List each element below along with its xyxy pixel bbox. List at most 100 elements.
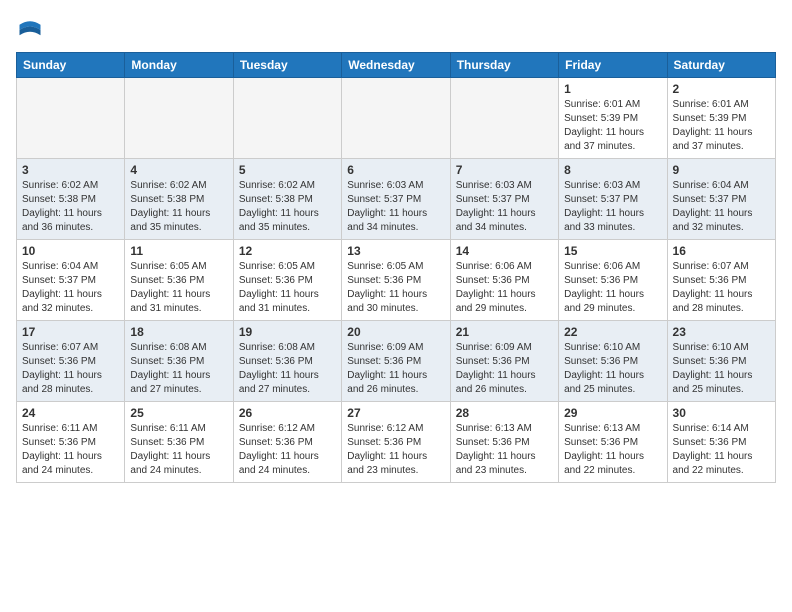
- calendar-cell: 2 Sunrise: 6:01 AM Sunset: 5:39 PM Daylig…: [667, 78, 775, 159]
- calendar-week-1: 1Sunrise: 6:01 AM Sunset: 5:39 PM Daylig…: [17, 78, 776, 159]
- logo: [16, 16, 48, 44]
- calendar-header-friday: Friday: [559, 53, 667, 78]
- calendar-cell: 1Sunrise: 6:01 AM Sunset: 5:39 PM Daylig…: [559, 78, 667, 159]
- day-info: Sunrise: 6:09 AM Sunset: 5:36 PM Dayligh…: [456, 341, 553, 397]
- day-number: 24: [22, 406, 119, 420]
- day-info: Sunrise: 6:14 AM Sunset: 5:36 PM Dayligh…: [673, 422, 770, 478]
- day-info: Sunrise: 6:08 AM Sunset: 5:36 PM Dayligh…: [130, 341, 227, 397]
- calendar-header-wednesday: Wednesday: [342, 53, 450, 78]
- calendar-cell: 26Sunrise: 6:12 AM Sunset: 5:36 PM Dayli…: [233, 402, 341, 483]
- day-info: Sunrise: 6:06 AM Sunset: 5:36 PM Dayligh…: [564, 260, 661, 316]
- day-info: Sunrise: 6:05 AM Sunset: 5:36 PM Dayligh…: [239, 260, 336, 316]
- calendar-cell: 17Sunrise: 6:07 AM Sunset: 5:36 PM Dayli…: [17, 321, 125, 402]
- day-number: 11: [130, 244, 227, 258]
- day-number: 8: [564, 163, 661, 177]
- day-number: 30: [673, 406, 770, 420]
- day-info: Sunrise: 6:04 AM Sunset: 5:37 PM Dayligh…: [673, 179, 770, 235]
- day-info: Sunrise: 6:10 AM Sunset: 5:36 PM Dayligh…: [673, 341, 770, 397]
- day-number: 4: [130, 163, 227, 177]
- day-info: Sunrise: 6:01 AM Sunset: 5:39 PM Dayligh…: [564, 98, 661, 154]
- calendar-cell: 18 Sunrise: 6:08 AM Sunset: 5:36 PM Dayli…: [125, 321, 233, 402]
- calendar-cell: [125, 78, 233, 159]
- calendar-week-4: 17Sunrise: 6:07 AM Sunset: 5:36 PM Dayli…: [17, 321, 776, 402]
- day-info: Sunrise: 6:13 AM Sunset: 5:36 PM Dayligh…: [456, 422, 553, 478]
- day-info: Sunrise: 6:06 AM Sunset: 5:36 PM Dayligh…: [456, 260, 553, 316]
- day-info: Sunrise: 6:03 AM Sunset: 5:37 PM Dayligh…: [564, 179, 661, 235]
- calendar-header-row: SundayMondayTuesdayWednesdayThursdayFrid…: [17, 53, 776, 78]
- calendar-week-5: 24 Sunrise: 6:11 AM Sunset: 5:36 PM Dayli…: [17, 402, 776, 483]
- day-info: Sunrise: 6:05 AM Sunset: 5:36 PM Dayligh…: [347, 260, 444, 316]
- calendar-cell: 14 Sunrise: 6:06 AM Sunset: 5:36 PM Dayli…: [450, 240, 558, 321]
- calendar-cell: 23 Sunrise: 6:10 AM Sunset: 5:36 PM Dayli…: [667, 321, 775, 402]
- calendar-header-saturday: Saturday: [667, 53, 775, 78]
- day-info: Sunrise: 6:11 AM Sunset: 5:36 PM Dayligh…: [22, 422, 119, 478]
- calendar-header-thursday: Thursday: [450, 53, 558, 78]
- day-number: 17: [22, 325, 119, 339]
- day-info: Sunrise: 6:05 AM Sunset: 5:36 PM Dayligh…: [130, 260, 227, 316]
- day-info: Sunrise: 6:02 AM Sunset: 5:38 PM Dayligh…: [130, 179, 227, 235]
- day-info: Sunrise: 6:08 AM Sunset: 5:36 PM Dayligh…: [239, 341, 336, 397]
- calendar-cell: 8 Sunrise: 6:03 AM Sunset: 5:37 PM Daylig…: [559, 159, 667, 240]
- day-number: 5: [239, 163, 336, 177]
- day-info: Sunrise: 6:01 AM Sunset: 5:39 PM Dayligh…: [673, 98, 770, 154]
- day-number: 6: [347, 163, 444, 177]
- day-info: Sunrise: 6:04 AM Sunset: 5:37 PM Dayligh…: [22, 260, 119, 316]
- calendar-cell: 25Sunrise: 6:11 AM Sunset: 5:36 PM Dayli…: [125, 402, 233, 483]
- calendar-cell: 29 Sunrise: 6:13 AM Sunset: 5:36 PM Dayli…: [559, 402, 667, 483]
- day-number: 21: [456, 325, 553, 339]
- calendar-cell: [17, 78, 125, 159]
- day-info: Sunrise: 6:11 AM Sunset: 5:36 PM Dayligh…: [130, 422, 227, 478]
- day-number: 14: [456, 244, 553, 258]
- day-number: 20: [347, 325, 444, 339]
- calendar-cell: 6 Sunrise: 6:03 AM Sunset: 5:37 PM Daylig…: [342, 159, 450, 240]
- calendar-cell: 4 Sunrise: 6:02 AM Sunset: 5:38 PM Daylig…: [125, 159, 233, 240]
- day-number: 7: [456, 163, 553, 177]
- calendar-cell: 16 Sunrise: 6:07 AM Sunset: 5:36 PM Dayli…: [667, 240, 775, 321]
- day-number: 2: [673, 82, 770, 96]
- day-info: Sunrise: 6:13 AM Sunset: 5:36 PM Dayligh…: [564, 422, 661, 478]
- calendar-cell: 11 Sunrise: 6:05 AM Sunset: 5:36 PM Dayli…: [125, 240, 233, 321]
- day-number: 22: [564, 325, 661, 339]
- calendar-cell: 19 Sunrise: 6:08 AM Sunset: 5:36 PM Dayli…: [233, 321, 341, 402]
- calendar-cell: [342, 78, 450, 159]
- day-number: 28: [456, 406, 553, 420]
- calendar-cell: 12Sunrise: 6:05 AM Sunset: 5:36 PM Dayli…: [233, 240, 341, 321]
- day-info: Sunrise: 6:09 AM Sunset: 5:36 PM Dayligh…: [347, 341, 444, 397]
- day-number: 3: [22, 163, 119, 177]
- day-number: 27: [347, 406, 444, 420]
- calendar-cell: 5Sunrise: 6:02 AM Sunset: 5:38 PM Daylig…: [233, 159, 341, 240]
- day-number: 18: [130, 325, 227, 339]
- day-info: Sunrise: 6:03 AM Sunset: 5:37 PM Dayligh…: [347, 179, 444, 235]
- calendar-cell: 30 Sunrise: 6:14 AM Sunset: 5:36 PM Dayli…: [667, 402, 775, 483]
- page-header: [16, 16, 776, 44]
- day-info: Sunrise: 6:12 AM Sunset: 5:36 PM Dayligh…: [239, 422, 336, 478]
- logo-icon: [16, 16, 44, 44]
- calendar-cell: 13 Sunrise: 6:05 AM Sunset: 5:36 PM Dayli…: [342, 240, 450, 321]
- calendar-cell: 21 Sunrise: 6:09 AM Sunset: 5:36 PM Dayli…: [450, 321, 558, 402]
- calendar-cell: 20 Sunrise: 6:09 AM Sunset: 5:36 PM Dayli…: [342, 321, 450, 402]
- day-number: 15: [564, 244, 661, 258]
- calendar-cell: 28 Sunrise: 6:13 AM Sunset: 5:36 PM Dayli…: [450, 402, 558, 483]
- calendar-header-monday: Monday: [125, 53, 233, 78]
- calendar-cell: 22 Sunrise: 6:10 AM Sunset: 5:36 PM Dayli…: [559, 321, 667, 402]
- day-number: 23: [673, 325, 770, 339]
- calendar-header-tuesday: Tuesday: [233, 53, 341, 78]
- day-info: Sunrise: 6:07 AM Sunset: 5:36 PM Dayligh…: [673, 260, 770, 316]
- calendar-cell: 3 Sunrise: 6:02 AM Sunset: 5:38 PM Daylig…: [17, 159, 125, 240]
- day-number: 9: [673, 163, 770, 177]
- day-number: 16: [673, 244, 770, 258]
- calendar-cell: 10Sunrise: 6:04 AM Sunset: 5:37 PM Dayli…: [17, 240, 125, 321]
- calendar-cell: 7 Sunrise: 6:03 AM Sunset: 5:37 PM Daylig…: [450, 159, 558, 240]
- calendar-week-3: 10Sunrise: 6:04 AM Sunset: 5:37 PM Dayli…: [17, 240, 776, 321]
- day-number: 13: [347, 244, 444, 258]
- day-info: Sunrise: 6:02 AM Sunset: 5:38 PM Dayligh…: [22, 179, 119, 235]
- calendar-cell: 27Sunrise: 6:12 AM Sunset: 5:36 PM Dayli…: [342, 402, 450, 483]
- day-info: Sunrise: 6:03 AM Sunset: 5:37 PM Dayligh…: [456, 179, 553, 235]
- calendar-cell: [233, 78, 341, 159]
- day-number: 29: [564, 406, 661, 420]
- calendar: SundayMondayTuesdayWednesdayThursdayFrid…: [16, 52, 776, 483]
- calendar-week-2: 3 Sunrise: 6:02 AM Sunset: 5:38 PM Daylig…: [17, 159, 776, 240]
- day-info: Sunrise: 6:10 AM Sunset: 5:36 PM Dayligh…: [564, 341, 661, 397]
- day-number: 19: [239, 325, 336, 339]
- calendar-cell: 24 Sunrise: 6:11 AM Sunset: 5:36 PM Dayli…: [17, 402, 125, 483]
